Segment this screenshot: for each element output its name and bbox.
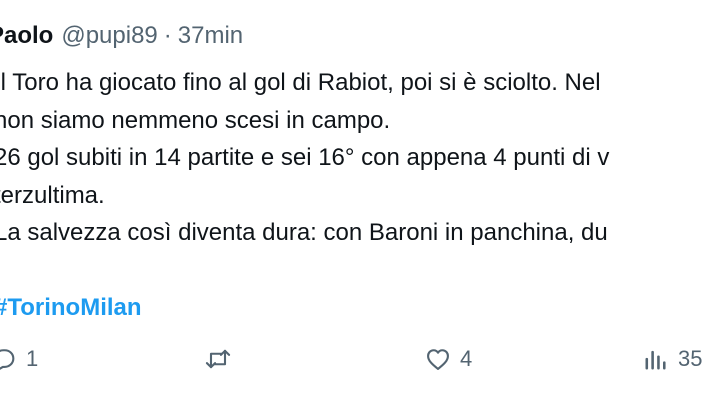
separator: · [163,22,172,49]
hashtag-link[interactable]: #TorinoMilan [0,289,609,327]
retweet-icon [204,345,232,373]
reply-button[interactable]: 1 [0,345,38,373]
views-button[interactable]: 35 [642,345,702,373]
like-count: 4 [460,346,473,371]
heart-icon [424,345,452,373]
tweet-header: Paolo @pupi89·37min [0,22,243,50]
like-button[interactable]: 4 [424,345,472,373]
tweet-text: Il Toro ha giocato fino al gol di Rabiot… [0,64,609,327]
author-name[interactable]: Paolo [0,22,53,49]
tweet-line: La salvezza così diventa dura: con Baron… [0,219,608,246]
reply-icon [0,345,18,373]
reply-count: 1 [26,346,39,371]
views-count: 35 [678,346,703,371]
tweet-line: Il Toro ha giocato fino al gol di Rabiot… [0,69,601,96]
author-handle[interactable]: @pupi89 [61,22,157,49]
views-icon [642,345,670,373]
tweet-line: non siamo nemmeno scesi in campo. [0,106,391,134]
tweet-line: 26 gol subiti in 14 partite e sei 16° co… [0,144,610,171]
tweet-time[interactable]: 37min [178,22,243,49]
tweet-line: terzultima. [0,181,105,209]
tweet-actions: 1 4 35 [0,345,712,385]
retweet-button[interactable] [204,345,240,373]
